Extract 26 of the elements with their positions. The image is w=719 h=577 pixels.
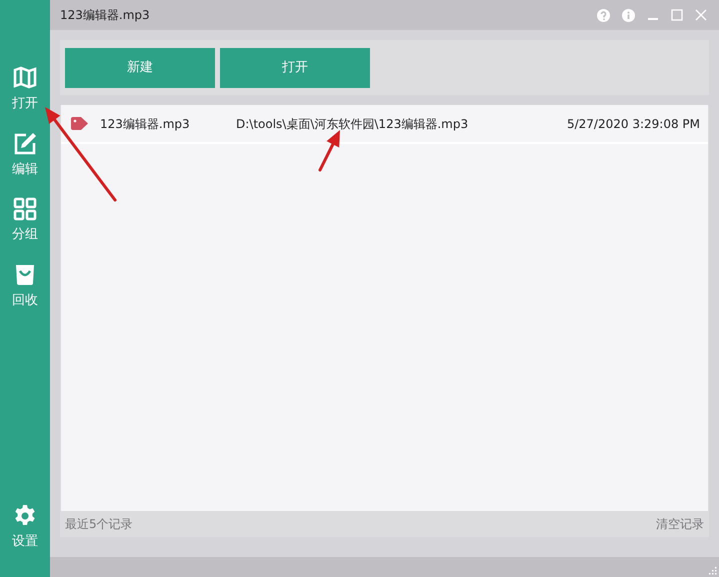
file-path: D:\tools\桌面\河东软件园\123编辑器.mp3 <box>236 116 468 132</box>
sidebar-item[interactable]: 回收 <box>0 258 50 314</box>
info-icon[interactable] <box>622 8 635 22</box>
help-icon[interactable] <box>597 8 610 22</box>
tag-icon <box>71 117 88 130</box>
clear-button[interactable]: 清空记录 <box>656 515 704 533</box>
file-name: 123编辑器.mp3 <box>100 116 191 132</box>
record-row[interactable]: 123编辑器.mp3 D:\tools\桌面\河东软件园\123编辑器.mp3 5/27/2020 3:29:08 PM <box>61 105 708 144</box>
grid-icon <box>13 197 37 221</box>
resize-grip-icon[interactable] <box>708 566 717 575</box>
book-icon <box>13 66 37 90</box>
toolbar-button[interactable]: 打开 <box>220 48 370 88</box>
edit-icon <box>13 132 37 156</box>
sidebar-item[interactable]: 设置 <box>0 500 50 555</box>
annotation-arrow <box>318 130 340 172</box>
maximize-icon[interactable] <box>671 9 683 21</box>
sidebar-item[interactable]: 分组 <box>0 193 50 248</box>
record-time: 5/27/2020 3:29:08 PM <box>566 116 700 132</box>
window-title: 123编辑器.mp3 <box>60 7 150 24</box>
close-icon[interactable] <box>695 9 707 21</box>
record-count: 最近5个记录 <box>65 516 133 533</box>
toolbar-button[interactable]: 新建 <box>65 48 215 88</box>
sidebar-item[interactable]: 编辑 <box>0 128 50 183</box>
settings-icon <box>13 504 37 528</box>
sidebar-item[interactable]: 打开 <box>0 62 50 118</box>
bag-icon <box>13 262 37 286</box>
